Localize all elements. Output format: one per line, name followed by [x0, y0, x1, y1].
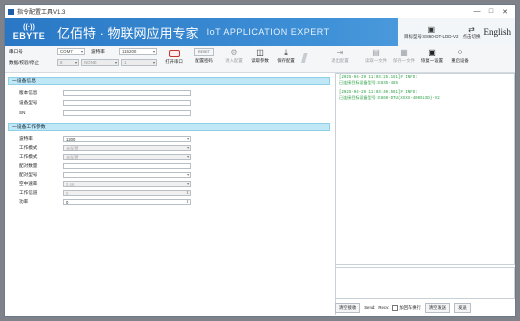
bottom-bar: 清空接收 Send: Recv: 加回车换行 清空发送 发送	[335, 301, 515, 314]
baud-param-label: 波特率	[19, 136, 33, 141]
channel-stepper[interactable]: 0 ⇕	[63, 190, 191, 196]
model-field[interactable]	[63, 100, 191, 106]
log-line: 已连接目标设备型号:E860-DTU(XXXX-400SLSD)-V2	[339, 97, 440, 101]
version-label: 版本信息	[19, 90, 38, 95]
pair-model-select[interactable]: ▾	[63, 172, 191, 178]
work-mode-select[interactable]: 未配置 ▾	[63, 145, 191, 151]
app-icon	[8, 8, 14, 15]
company-title: 亿佰特 · 物联网应用专家	[57, 25, 199, 41]
newline-label: 加回车换行	[399, 304, 421, 310]
pair-model-label: 配对型号	[19, 172, 38, 177]
maximize-icon[interactable]: □	[484, 8, 498, 15]
pair-count-field[interactable]	[63, 163, 191, 169]
send-count-label: Send:	[364, 305, 376, 310]
company-tagline: IoT APPLICATION EXPERT	[206, 27, 330, 37]
minimize-icon[interactable]: —	[470, 8, 484, 15]
clear-receive-button[interactable]: 清空接收	[335, 302, 361, 313]
language-button[interactable]: English	[483, 27, 511, 37]
newline-checkbox[interactable]	[392, 304, 399, 311]
enter-config-button[interactable]: ⚙ 进入配置	[221, 48, 247, 64]
toolbar: 串口号 COM7 ▾ 波特率 115200 ▾ 数据/校验/停止 8 ▾ NONE ▾ …	[5, 46, 515, 73]
target-model: 目标型号:E860-DT-LDD-V2	[403, 33, 459, 39]
open-port-button[interactable]: 打开串口	[161, 48, 187, 65]
work-mode-label: 工作模式	[19, 145, 38, 150]
port-switch-icon	[168, 50, 180, 57]
work-params-header: 一设备工作参数	[8, 123, 330, 131]
brand-logo: ((·)) EBYTE	[12, 23, 46, 41]
config-panel: 一设备信息 版本信息 设备型号 SN 一设备工作参数 波特率 1200 ▾ 工作模…	[5, 73, 336, 315]
air-rate-label: 空中速率	[19, 181, 38, 186]
log-output[interactable]: [2025-04-29 11:03:25.151]# INFO: 已连接目标设备…	[335, 73, 515, 265]
window-title: 指令配置工具V1.3	[17, 10, 66, 16]
restart-device-button[interactable]: ⁘ 重启设备	[447, 48, 473, 64]
save-config-button[interactable]: ⤓ 保存配置	[273, 48, 299, 64]
book-icon: ◫	[256, 48, 264, 57]
pair-count-label: 配对数量	[19, 163, 38, 168]
document-icon: ▣	[427, 24, 435, 34]
data-parity-stop-label: 数据/校验/停止	[9, 60, 40, 65]
clear-send-button[interactable]: 清空发送	[424, 302, 451, 313]
restore-icon: ▣	[428, 48, 436, 57]
lang-switch-label: 点击切换	[462, 33, 481, 39]
power-stepper[interactable]: 0 ⇕	[63, 199, 191, 205]
air-rate-select[interactable]: 2.4K ▾	[63, 181, 191, 187]
baud-param-select[interactable]: 1200 ▾	[63, 136, 191, 142]
work-mode-2-select[interactable]: 未配置 ▾	[63, 154, 191, 160]
config-password-button[interactable]: RESET 配置密码	[191, 48, 217, 64]
wifi-icon: ((·))	[23, 23, 35, 31]
gear-icon: ⚙	[230, 48, 238, 57]
device-info-header: 一设备信息	[8, 77, 330, 85]
sn-label: SN	[19, 110, 26, 115]
loading-icon: ⁘	[456, 48, 464, 57]
banner-right: ▣ 目标型号:E860-DT-LDD-V2 ⇄ 点击切换 English	[397, 18, 515, 46]
parity-select[interactable]: NONE ▾	[81, 59, 119, 66]
file-icon: ▤	[372, 48, 380, 57]
port-label: 串口号	[9, 49, 23, 54]
power-label: 功率	[19, 199, 29, 204]
divider-icon: ////	[301, 50, 307, 66]
databits-select[interactable]: 8 ▾	[57, 59, 79, 66]
exit-icon: ⇥	[336, 48, 344, 57]
stopbits-select[interactable]: 1 ▾	[121, 59, 157, 66]
close-icon[interactable]: ✕	[498, 8, 512, 16]
app-window: 指令配置工具V1.3 — □ ✕ ((·)) EBYTE 亿佰特 · 物联网应用…	[4, 4, 516, 317]
port-select[interactable]: COM7 ▾	[57, 48, 85, 55]
header-banner: ((·)) EBYTE 亿佰特 · 物联网应用专家 IoT APPLICATIO…	[5, 18, 515, 46]
file-save-icon: ▦	[400, 48, 408, 57]
version-field[interactable]	[63, 90, 191, 96]
channel-label: 工作信道	[19, 190, 38, 195]
exit-config-button[interactable]: ⇥ 退出配置	[327, 48, 353, 64]
restore-settings-button[interactable]: ▣ 恢复一设置	[419, 48, 445, 64]
work-mode-2-label: 工作模式	[19, 154, 38, 159]
read-file-button[interactable]: ▤ 读取一文件	[363, 48, 389, 64]
baud-select[interactable]: 115200 ▾	[119, 48, 157, 55]
title-bar: 指令配置工具V1.3 — □ ✕	[5, 5, 515, 18]
model-label: 设备型号	[19, 100, 38, 105]
download-icon: ⤓	[284, 48, 288, 57]
send-input[interactable]	[335, 267, 515, 299]
sn-field[interactable]	[63, 110, 191, 116]
translate-icon[interactable]: ⇄	[464, 25, 478, 34]
send-button[interactable]: 发送	[454, 302, 471, 313]
read-params-button[interactable]: ◫ 读取参数	[247, 48, 273, 64]
recv-count-label: Recv:	[378, 305, 390, 310]
baud-label: 波特率	[91, 49, 105, 54]
save-file-button[interactable]: ▦ 保存一文件	[391, 48, 417, 64]
